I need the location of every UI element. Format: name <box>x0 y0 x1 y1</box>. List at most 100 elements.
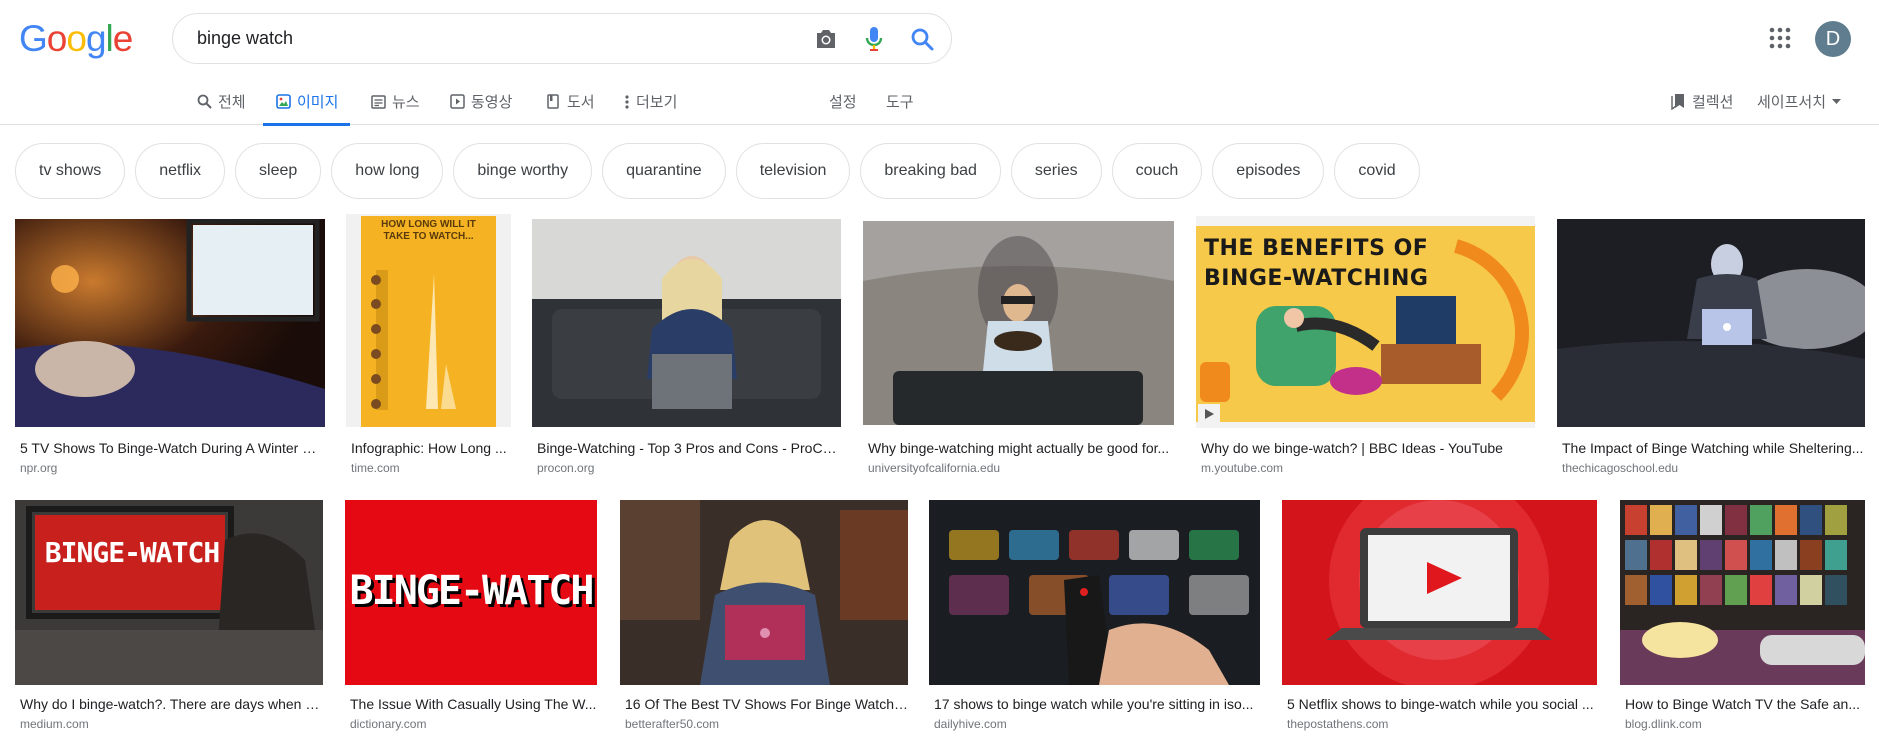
tab-label: 컬렉션 <box>1692 94 1734 111</box>
search-tabs: 전체 이미지 뉴스 동영상 도서 더보기 설정 도구 컬렉션 세이프서치 <box>0 78 1879 126</box>
result-thumbnail[interactable] <box>1282 500 1597 685</box>
result-source: blog.dlink.com <box>1625 717 1702 731</box>
logo-letter: l <box>105 18 114 59</box>
account-avatar[interactable]: D <box>1815 21 1851 57</box>
tab-label: 뉴스 <box>392 94 420 111</box>
image-result[interactable]: 16 Of The Best TV Shows For Binge Watchi… <box>620 500 908 737</box>
chip-how-long[interactable]: how long <box>331 143 444 199</box>
chip-episodes[interactable]: episodes <box>1212 143 1325 199</box>
search-input[interactable] <box>197 28 813 49</box>
chip-netflix[interactable]: netflix <box>135 143 226 199</box>
result-source: npr.org <box>20 461 58 475</box>
result-source: betterafter50.com <box>625 717 720 731</box>
result-source: medium.com <box>20 717 89 731</box>
thumbnail-title: BINGE-WATCH <box>349 568 595 614</box>
result-source: time.com <box>351 461 400 475</box>
tab-tools[interactable]: 도구 <box>886 78 914 125</box>
google-logo[interactable]: Google <box>19 18 133 60</box>
tab-news[interactable]: 뉴스 <box>370 78 420 125</box>
result-caption[interactable]: Why do we binge-watch? | BBC Ideas - You… <box>1201 440 1535 456</box>
result-caption[interactable]: The Issue With Casually Using The W... <box>350 696 597 712</box>
tab-label: 이미지 <box>297 94 339 111</box>
image-result[interactable]: 5 TV Shows To Binge-Watch During A Winte… <box>15 219 325 479</box>
result-caption[interactable]: How to Binge Watch TV the Safe an... <box>1625 696 1865 712</box>
search-box[interactable] <box>172 13 952 64</box>
image-result[interactable]: 17 shows to binge watch while you're sit… <box>929 500 1260 737</box>
result-thumbnail[interactable] <box>620 500 908 685</box>
chip-television[interactable]: television <box>735 143 851 199</box>
thumbnail-title: BINGE-WATCH <box>44 536 220 569</box>
result-thumbnail[interactable] <box>929 500 1260 685</box>
image-result[interactable]: HOW LONG WILL IT TAKE TO WATCH... Infogr… <box>346 214 511 479</box>
result-thumbnail[interactable]: BINGE-WATCH <box>15 500 323 685</box>
result-thumbnail[interactable]: HOW LONG WILL IT TAKE TO WATCH... <box>346 214 511 427</box>
result-caption[interactable]: The Impact of Binge Watching while Shelt… <box>1562 440 1865 456</box>
result-thumbnail[interactable] <box>1557 219 1865 427</box>
tab-label: 도구 <box>886 94 914 111</box>
result-thumbnail[interactable] <box>863 221 1174 425</box>
result-caption[interactable]: 5 Netflix shows to binge-watch while you… <box>1287 696 1597 712</box>
logo-letter: g <box>85 18 107 59</box>
chip-tv-shows[interactable]: tv shows <box>15 143 126 199</box>
chip-series[interactable]: series <box>1010 143 1102 199</box>
result-caption[interactable]: Binge-Watching - Top 3 Pros and Cons - P… <box>537 440 841 456</box>
camera-icon[interactable] <box>813 26 839 52</box>
tab-label: 전체 <box>218 94 246 111</box>
chip-covid[interactable]: covid <box>1334 143 1420 199</box>
result-thumbnail[interactable]: THE BENEFITS OF BINGE-WATCHING <box>1196 216 1535 428</box>
image-result[interactable]: THE BENEFITS OF BINGE-WATCHING Why do we… <box>1196 216 1535 479</box>
more-vert-icon <box>624 94 630 110</box>
result-caption[interactable]: Infographic: How Long ... <box>351 440 511 456</box>
result-thumbnail[interactable] <box>532 219 841 427</box>
tab-images[interactable]: 이미지 <box>263 78 351 126</box>
result-caption[interactable]: 17 shows to binge watch while you're sit… <box>934 696 1260 712</box>
microphone-icon[interactable] <box>861 26 887 52</box>
chip-sleep[interactable]: sleep <box>235 143 322 199</box>
news-icon <box>370 94 386 110</box>
tab-books[interactable]: 도서 <box>545 78 595 125</box>
image-result[interactable]: Binge-Watching - Top 3 Pros and Cons - P… <box>532 219 841 479</box>
tab-label: 세이프서치 <box>1757 94 1827 111</box>
tab-label: 도서 <box>567 94 595 111</box>
safesearch-menu[interactable]: 세이프서치 <box>1757 78 1842 125</box>
result-source: thechicagoschool.edu <box>1562 461 1679 475</box>
search-icon[interactable] <box>909 26 935 52</box>
result-thumbnail[interactable] <box>15 219 325 427</box>
logo-letter: o <box>66 18 87 59</box>
result-thumbnail[interactable] <box>1620 500 1865 685</box>
result-source: procon.org <box>537 461 595 475</box>
chip-couch[interactable]: couch <box>1111 143 1203 199</box>
result-caption[interactable]: 16 Of The Best TV Shows For Binge Watchi… <box>625 696 908 712</box>
result-source: dailyhive.com <box>934 717 1007 731</box>
caret-down-icon <box>1832 94 1842 110</box>
image-result[interactable]: BINGE-WATCH Why do I binge-watch?. There… <box>15 500 323 737</box>
apps-grid-icon[interactable] <box>1768 26 1792 50</box>
chip-binge-worthy[interactable]: binge worthy <box>453 143 593 199</box>
image-result[interactable]: The Impact of Binge Watching while Shelt… <box>1557 219 1865 479</box>
image-result[interactable]: Why binge-watching might actually be goo… <box>863 221 1174 479</box>
image-result[interactable]: BINGE-WATCH The Issue With Casually Usin… <box>345 500 597 737</box>
collections-link[interactable]: 컬렉션 <box>1670 78 1733 125</box>
chip-breaking-bad[interactable]: breaking bad <box>860 143 1001 199</box>
tab-label: 설정 <box>829 94 857 111</box>
result-source: dictionary.com <box>350 717 427 731</box>
image-result[interactable]: How to Binge Watch TV the Safe an... blo… <box>1620 500 1865 737</box>
result-thumbnail[interactable]: BINGE-WATCH <box>345 500 597 685</box>
result-source: universityofcalifornia.edu <box>868 461 1001 475</box>
infographic-title: HOW LONG WILL IT TAKE TO WATCH... <box>381 219 476 242</box>
result-source: m.youtube.com <box>1201 461 1284 475</box>
logo-letter: G <box>19 18 48 59</box>
tab-more[interactable]: 더보기 <box>624 78 677 125</box>
result-caption[interactable]: Why binge-watching might actually be goo… <box>868 440 1174 456</box>
image-icon <box>275 94 291 110</box>
thumbnail-title-line1: THE BENEFITS OF <box>1204 236 1429 261</box>
related-chips: tv shows netflix sleep how long binge wo… <box>15 143 1420 199</box>
result-caption[interactable]: Why do I binge-watch?. There are days wh… <box>20 696 323 712</box>
tab-all[interactable]: 전체 <box>196 78 246 125</box>
image-result[interactable]: 5 Netflix shows to binge-watch while you… <box>1282 500 1597 737</box>
tab-videos[interactable]: 동영상 <box>449 78 512 125</box>
tab-settings[interactable]: 설정 <box>829 78 857 125</box>
result-caption[interactable]: 5 TV Shows To Binge-Watch During A Winte… <box>20 440 325 456</box>
play-icon <box>1198 404 1220 424</box>
chip-quarantine[interactable]: quarantine <box>602 143 726 199</box>
